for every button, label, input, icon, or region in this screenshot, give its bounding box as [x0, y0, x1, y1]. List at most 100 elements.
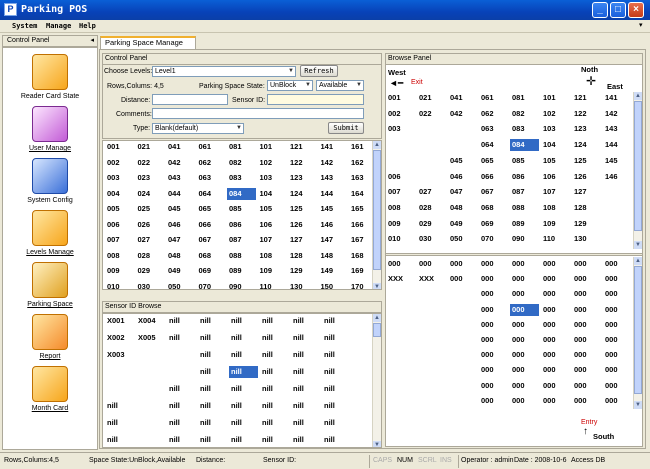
grid-cell[interactable]: nill: [322, 383, 335, 395]
grid-cell[interactable]: 064: [479, 139, 494, 151]
grid-cell[interactable]: 125: [572, 155, 587, 167]
grid-cell[interactable]: 062: [479, 108, 494, 120]
sidebar-item-system-config[interactable]: System Config: [3, 158, 97, 205]
grid-cell[interactable]: 124: [572, 139, 587, 151]
grid-cell[interactable]: 141: [319, 141, 334, 153]
grid-cell[interactable]: 107: [541, 186, 556, 198]
grid-cell[interactable]: 000: [479, 258, 494, 270]
distance-field[interactable]: [152, 94, 228, 105]
grid-cell[interactable]: 000: [510, 334, 525, 346]
grid-cell[interactable]: 000: [541, 319, 556, 331]
grid-cell[interactable]: 000: [479, 288, 494, 300]
grid-cell[interactable]: 000: [572, 258, 587, 270]
grid-cell[interactable]: 000: [510, 319, 525, 331]
grid-cell[interactable]: XXX: [417, 273, 434, 285]
grid-cell[interactable]: 083: [510, 123, 525, 135]
grid-cell[interactable]: 046: [166, 219, 181, 231]
selected-cell[interactable]: nill: [229, 366, 258, 378]
grid-cell[interactable]: 000: [510, 349, 525, 361]
grid-cell[interactable]: 103: [258, 172, 273, 184]
grid-cell[interactable]: 164: [349, 188, 364, 200]
grid-cell[interactable]: 000: [603, 288, 618, 300]
grid-cell[interactable]: 122: [288, 157, 303, 169]
grid-cell[interactable]: 130: [572, 233, 587, 245]
grid-cell[interactable]: 150: [319, 281, 334, 290]
grid-cell[interactable]: nill: [229, 400, 242, 412]
grid-cell[interactable]: 168: [349, 250, 364, 262]
grid-cell[interactable]: nill: [260, 349, 273, 361]
grid-cell[interactable]: 000: [479, 319, 494, 331]
grid-cell[interactable]: X005: [136, 332, 156, 344]
grid-cell[interactable]: 070: [479, 233, 494, 245]
grid-cell[interactable]: 000: [572, 380, 587, 392]
grid-cell[interactable]: 000: [541, 364, 556, 376]
grid-cell[interactable]: 008: [386, 202, 401, 214]
grid-cell[interactable]: 061: [197, 141, 212, 153]
grid-cell[interactable]: 105: [258, 203, 273, 215]
grid-cell[interactable]: 000: [603, 334, 618, 346]
grid-cell[interactable]: 088: [510, 202, 525, 214]
grid-cell[interactable]: 128: [572, 202, 587, 214]
sidebar-item-user-manage[interactable]: User Manage: [3, 106, 97, 153]
grid-cell[interactable]: 047: [166, 234, 181, 246]
grid-cell[interactable]: 001: [386, 92, 401, 104]
grid-cell[interactable]: 006: [105, 219, 120, 231]
grid-cell[interactable]: 009: [105, 265, 120, 277]
grid-cell[interactable]: 042: [166, 157, 181, 169]
scroll-down-icon[interactable]: ▼: [373, 441, 381, 447]
vertical-scrollbar[interactable]: ▲ ▼: [372, 314, 381, 447]
grid-cell[interactable]: nill: [291, 315, 304, 327]
grid-cell[interactable]: 022: [417, 108, 432, 120]
grid-cell[interactable]: nill: [260, 434, 273, 446]
grid-cell[interactable]: 000: [510, 364, 525, 376]
grid-cell[interactable]: 045: [448, 155, 463, 167]
grid-cell[interactable]: 005: [105, 203, 120, 215]
grid-cell[interactable]: 023: [136, 172, 151, 184]
grid-cell[interactable]: 000: [541, 395, 556, 407]
grid-cell[interactable]: nill: [322, 434, 335, 446]
grid-cell[interactable]: 027: [136, 234, 151, 246]
grid-cell[interactable]: 000: [479, 364, 494, 376]
level-select[interactable]: Level1: [152, 66, 296, 77]
grid-cell[interactable]: 000: [572, 349, 587, 361]
grid-cell[interactable]: nill: [105, 417, 118, 429]
grid-cell[interactable]: 068: [197, 250, 212, 262]
grid-cell[interactable]: 050: [166, 281, 181, 290]
submit-button[interactable]: Submit: [328, 122, 364, 134]
grid-cell[interactable]: 069: [479, 218, 494, 230]
grid-cell[interactable]: nill: [291, 400, 304, 412]
grid-cell[interactable]: 000: [386, 258, 401, 270]
sidebar-item-parking-space[interactable]: Parking Space: [3, 262, 97, 309]
grid-cell[interactable]: 000: [541, 334, 556, 346]
grid-cell[interactable]: nill: [229, 417, 242, 429]
grid-cell[interactable]: 007: [105, 234, 120, 246]
grid-cell[interactable]: 125: [288, 203, 303, 215]
grid-cell[interactable]: 090: [510, 233, 525, 245]
tab-parking-space-manage[interactable]: Parking Space Manage: [100, 36, 196, 49]
grid-cell[interactable]: 000: [510, 380, 525, 392]
grid-cell[interactable]: nill: [167, 315, 180, 327]
grid-cell[interactable]: 046: [448, 171, 463, 183]
grid-cell[interactable]: nill: [322, 366, 335, 378]
close-button[interactable]: ×: [628, 2, 644, 18]
grid-cell[interactable]: 087: [227, 234, 242, 246]
grid-cell[interactable]: X003: [105, 349, 125, 361]
grid-cell[interactable]: 000: [541, 258, 556, 270]
grid-cell[interactable]: 089: [510, 218, 525, 230]
grid-cell[interactable]: 000: [448, 258, 463, 270]
grid-cell[interactable]: 022: [136, 157, 151, 169]
grid-cell[interactable]: 163: [349, 172, 364, 184]
grid-cell[interactable]: 041: [448, 92, 463, 104]
grid-cell[interactable]: 070: [197, 281, 212, 290]
grid-cell[interactable]: 000: [541, 304, 556, 316]
grid-cell[interactable]: 104: [541, 139, 556, 151]
grid-cell[interactable]: 007: [386, 186, 401, 198]
grid-cell[interactable]: 002: [386, 108, 401, 120]
grid-cell[interactable]: 126: [288, 219, 303, 231]
grid-cell[interactable]: 110: [258, 281, 272, 290]
grid-cell[interactable]: 000: [603, 304, 618, 316]
grid-cell[interactable]: 130: [288, 281, 303, 290]
scroll-thumb[interactable]: [373, 150, 381, 270]
grid-cell[interactable]: 129: [572, 218, 587, 230]
grid-cell[interactable]: nill: [105, 434, 118, 446]
